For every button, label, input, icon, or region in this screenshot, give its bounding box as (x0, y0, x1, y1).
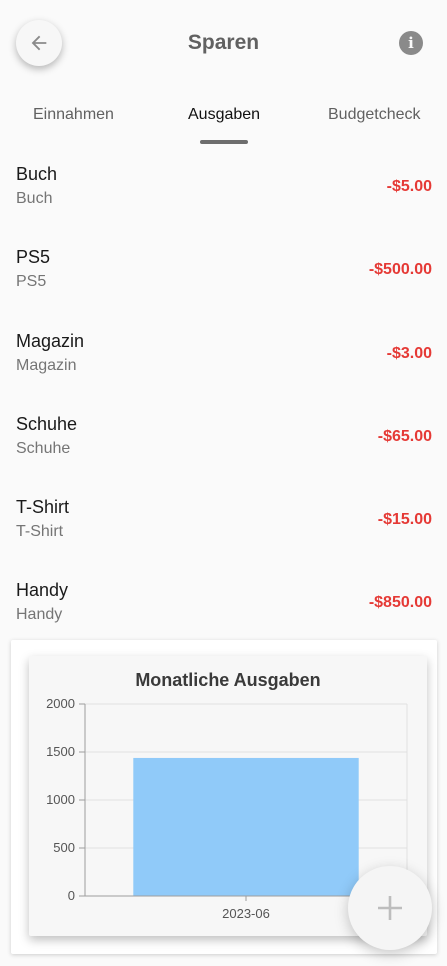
item-subtitle: Handy (16, 606, 63, 624)
list-item[interactable]: Magazin Magazin -$3.00 (0, 317, 447, 400)
item-amount: -$850.00 (368, 594, 432, 612)
item-title: T-Shirt (16, 497, 70, 518)
y-tick-label: 0 (68, 888, 75, 903)
item-amount: -$65.00 (377, 427, 432, 445)
tab-einnahmen[interactable]: Einnahmen (33, 106, 114, 124)
y-tick-label: 1500 (46, 744, 75, 759)
item-subtitle: Buch (16, 190, 53, 207)
item-amount: -$15.00 (377, 511, 432, 529)
y-tick-label: 1000 (46, 792, 75, 807)
list-item[interactable]: Handy Handy -$850.00 (0, 566, 447, 649)
item-subtitle: PS5 (16, 273, 47, 291)
app-header: Sparen i (0, 0, 447, 88)
item-title: Handy (16, 580, 69, 601)
tab-budgetcheck[interactable]: Budgetcheck (328, 106, 421, 124)
item-subtitle: Magazin (16, 356, 77, 374)
list-item[interactable]: T-Shirt T-Shirt -$15.00 (0, 483, 447, 566)
x-tick-label: 2023-06 (222, 906, 270, 921)
list-item[interactable]: Buch Buch -$5.00 (0, 150, 447, 233)
add-button[interactable] (348, 866, 432, 950)
item-title: Buch (16, 164, 58, 184)
info-icon: i (408, 34, 414, 52)
item-amount: -$5.00 (386, 178, 432, 195)
item-subtitle: Schuhe (16, 439, 71, 457)
y-tick-label: 500 (53, 840, 75, 855)
item-amount: -$3.00 (386, 344, 432, 362)
bar (133, 757, 359, 896)
tab-indicator (200, 140, 248, 144)
tab-ausgaben[interactable]: Ausgaben (188, 106, 260, 124)
tab-bar: Einnahmen Ausgaben Budgetcheck (0, 96, 447, 146)
item-title: Magazin (16, 330, 85, 351)
page-title: Sparen (187, 31, 260, 54)
plus-icon (378, 896, 402, 920)
item-title: PS5 (16, 247, 51, 268)
info-button[interactable]: i (399, 31, 423, 55)
item-amount: -$500.00 (368, 261, 432, 279)
list-item[interactable]: Schuhe Schuhe -$65.00 (0, 400, 447, 483)
item-subtitle: T-Shirt (16, 523, 64, 541)
y-tick-label: 2000 (46, 696, 75, 711)
expense-list: Buch Buch -$5.00 PS5 PS5 -$500.00 Magazi… (0, 150, 447, 650)
list-item[interactable]: PS5 PS5 -$500.00 (0, 233, 447, 316)
item-title: Schuhe (16, 413, 78, 434)
